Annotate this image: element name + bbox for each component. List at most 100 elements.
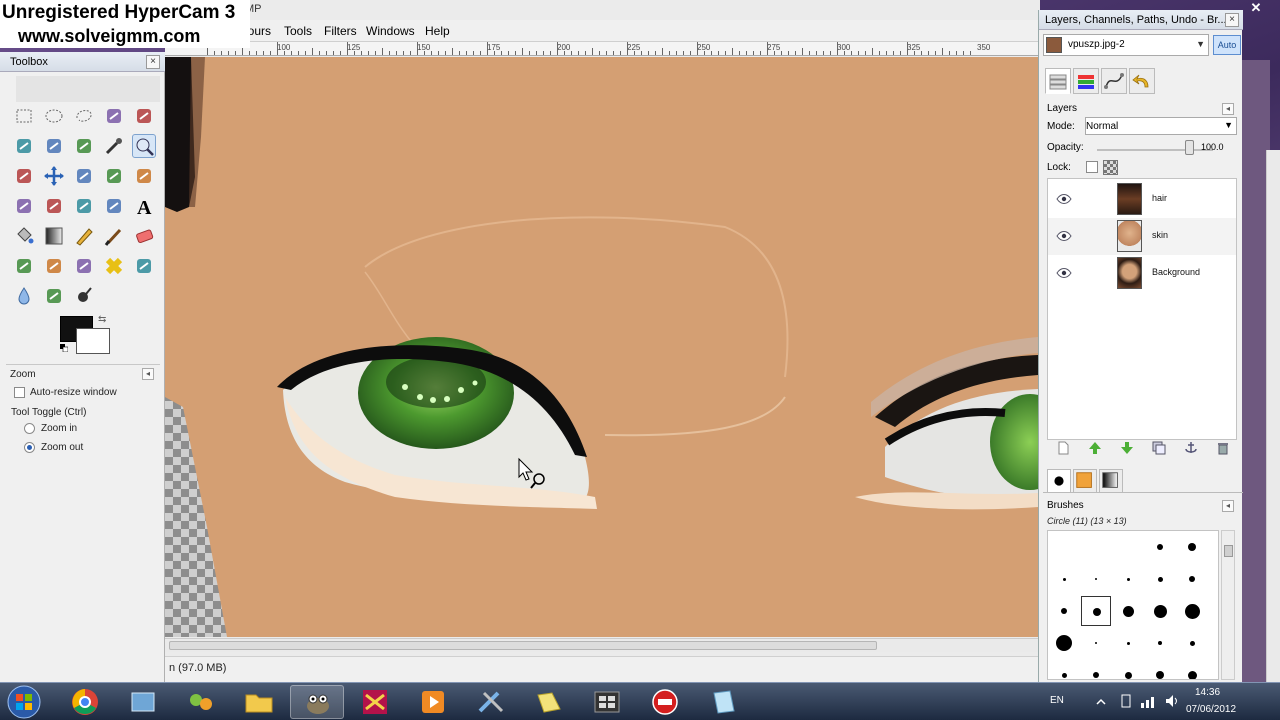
clock-date[interactable]: 07/06/2012 [1186, 704, 1236, 715]
horizontal-ruler[interactable]: 100 125 150 175 200 225 250 275 300 325 … [165, 42, 1040, 56]
tool-rotate[interactable] [132, 164, 156, 188]
new-layer-button[interactable] [1055, 440, 1071, 456]
brush-cell[interactable] [1049, 628, 1079, 658]
tool-free-select[interactable] [72, 104, 96, 128]
volume-icon[interactable] [1164, 693, 1180, 709]
panel-menu-icon[interactable]: ◂ [1222, 500, 1234, 512]
lower-layer-button[interactable] [1119, 440, 1135, 456]
opacity-value[interactable]: 100.0 [1201, 142, 1224, 152]
menu-windows[interactable]: Windows [366, 24, 415, 38]
brush-cell[interactable] [1081, 596, 1111, 626]
auto-button[interactable]: Auto [1213, 35, 1241, 55]
tab-brushes[interactable] [1047, 469, 1071, 493]
eye-icon[interactable] [1056, 267, 1072, 279]
tool-paintbrush[interactable] [102, 224, 126, 248]
tab-patterns[interactable] [1073, 469, 1097, 493]
brush-cell[interactable] [1113, 628, 1143, 658]
start-button[interactable] [4, 684, 44, 720]
brush-cell[interactable] [1113, 564, 1143, 594]
tool-scissors[interactable] [12, 134, 36, 158]
tool-smudge[interactable] [42, 284, 66, 308]
brush-cell[interactable] [1113, 660, 1143, 679]
taskbar-explorer[interactable] [232, 685, 286, 719]
brush-cell[interactable] [1081, 564, 1111, 594]
reset-colors-icon[interactable] [60, 344, 68, 352]
taskbar-app12[interactable] [696, 685, 750, 719]
tool-fuzzy-select[interactable] [102, 104, 126, 128]
tool-flip[interactable] [102, 194, 126, 218]
brush-cell[interactable] [1177, 660, 1207, 679]
delete-layer-button[interactable] [1215, 440, 1231, 456]
tab-undo[interactable] [1129, 68, 1155, 94]
scrollbar-thumb[interactable] [1224, 545, 1233, 557]
brush-cell[interactable] [1177, 596, 1207, 626]
dock-titlebar[interactable]: Layers, Channels, Paths, Undo - Br... × [1039, 10, 1243, 30]
tool-color-select[interactable] [132, 104, 156, 128]
taskbar-app2[interactable] [116, 685, 170, 719]
eye-icon[interactable] [1056, 230, 1072, 242]
tab-channels[interactable] [1073, 68, 1099, 94]
layer-row-background[interactable]: Background [1048, 255, 1236, 292]
mode-dropdown[interactable]: Normal ▼ [1085, 117, 1237, 135]
brush-cell[interactable] [1145, 532, 1175, 562]
brush-cell[interactable] [1209, 532, 1218, 562]
brush-cell[interactable] [1177, 564, 1207, 594]
lock-alpha-icon[interactable] [1103, 160, 1118, 175]
tool-clone[interactable] [72, 254, 96, 278]
tab-layers[interactable] [1045, 68, 1071, 94]
dock-close-icon[interactable]: ✕ [1246, 0, 1266, 15]
brush-cell[interactable] [1113, 596, 1143, 626]
tool-measure[interactable] [12, 164, 36, 188]
brush-cell[interactable] [1081, 628, 1111, 658]
background-color-swatch[interactable] [76, 328, 110, 354]
tool-shear[interactable] [42, 194, 66, 218]
brush-cell[interactable] [1049, 660, 1079, 679]
taskbar-app9[interactable] [522, 685, 576, 719]
tool-bucket-fill[interactable] [12, 224, 36, 248]
taskbar-record[interactable] [638, 685, 692, 719]
clock-time[interactable]: 14:36 [1195, 687, 1220, 698]
raise-layer-button[interactable] [1087, 440, 1103, 456]
opacity-slider-handle[interactable] [1185, 140, 1194, 155]
panel-menu-icon[interactable]: ◂ [142, 368, 154, 380]
language-indicator[interactable]: EN [1050, 695, 1064, 706]
tool-foreground-select[interactable] [42, 134, 66, 158]
swap-colors-icon[interactable]: ⇆ [98, 314, 110, 326]
eye-icon[interactable] [1056, 193, 1072, 205]
tool-ellipse-select[interactable] [42, 104, 66, 128]
tool-color-picker[interactable] [102, 134, 126, 158]
tool-text[interactable]: A [132, 194, 156, 218]
menu-filters[interactable]: Filters [324, 24, 357, 38]
brush-cell[interactable] [1177, 628, 1207, 658]
tool-blend[interactable] [42, 224, 66, 248]
image-selector[interactable]: vpuszp.jpg-2 ▼ [1043, 34, 1209, 56]
tool-move[interactable] [42, 164, 66, 188]
anchor-layer-button[interactable] [1183, 440, 1199, 456]
brush-cell[interactable] [1145, 596, 1175, 626]
panel-menu-icon[interactable]: ◂ [1222, 103, 1234, 115]
tool-heal[interactable] [102, 254, 126, 278]
tool-crop[interactable] [102, 164, 126, 188]
tab-paths[interactable] [1101, 68, 1127, 94]
tool-zoom[interactable] [132, 134, 156, 158]
brush-cell[interactable] [1177, 532, 1207, 562]
tool-align[interactable] [72, 164, 96, 188]
zoom-in-radio[interactable] [24, 423, 35, 434]
image-canvas[interactable] [165, 57, 1038, 637]
duplicate-layer-button[interactable] [1151, 440, 1167, 456]
lock-pixels-checkbox[interactable] [1086, 161, 1098, 173]
tool-eraser[interactable] [132, 224, 156, 248]
taskbar-chrome[interactable] [58, 685, 112, 719]
toolbox-titlebar[interactable]: Toolbox × [0, 52, 165, 72]
tool-dodge-burn[interactable] [72, 284, 96, 308]
tool-ink[interactable] [42, 254, 66, 278]
brush-cell[interactable] [1049, 564, 1079, 594]
tool-rect-select[interactable] [12, 104, 36, 128]
menu-tools[interactable]: Tools [284, 24, 312, 38]
network-icon[interactable] [1140, 693, 1158, 709]
opacity-slider[interactable] [1097, 149, 1213, 151]
taskbar-app6[interactable] [348, 685, 402, 719]
show-hidden-icons-icon[interactable] [1096, 697, 1106, 707]
taskbar-gimp[interactable] [290, 685, 344, 719]
layer-row-skin[interactable]: skin [1048, 218, 1236, 255]
